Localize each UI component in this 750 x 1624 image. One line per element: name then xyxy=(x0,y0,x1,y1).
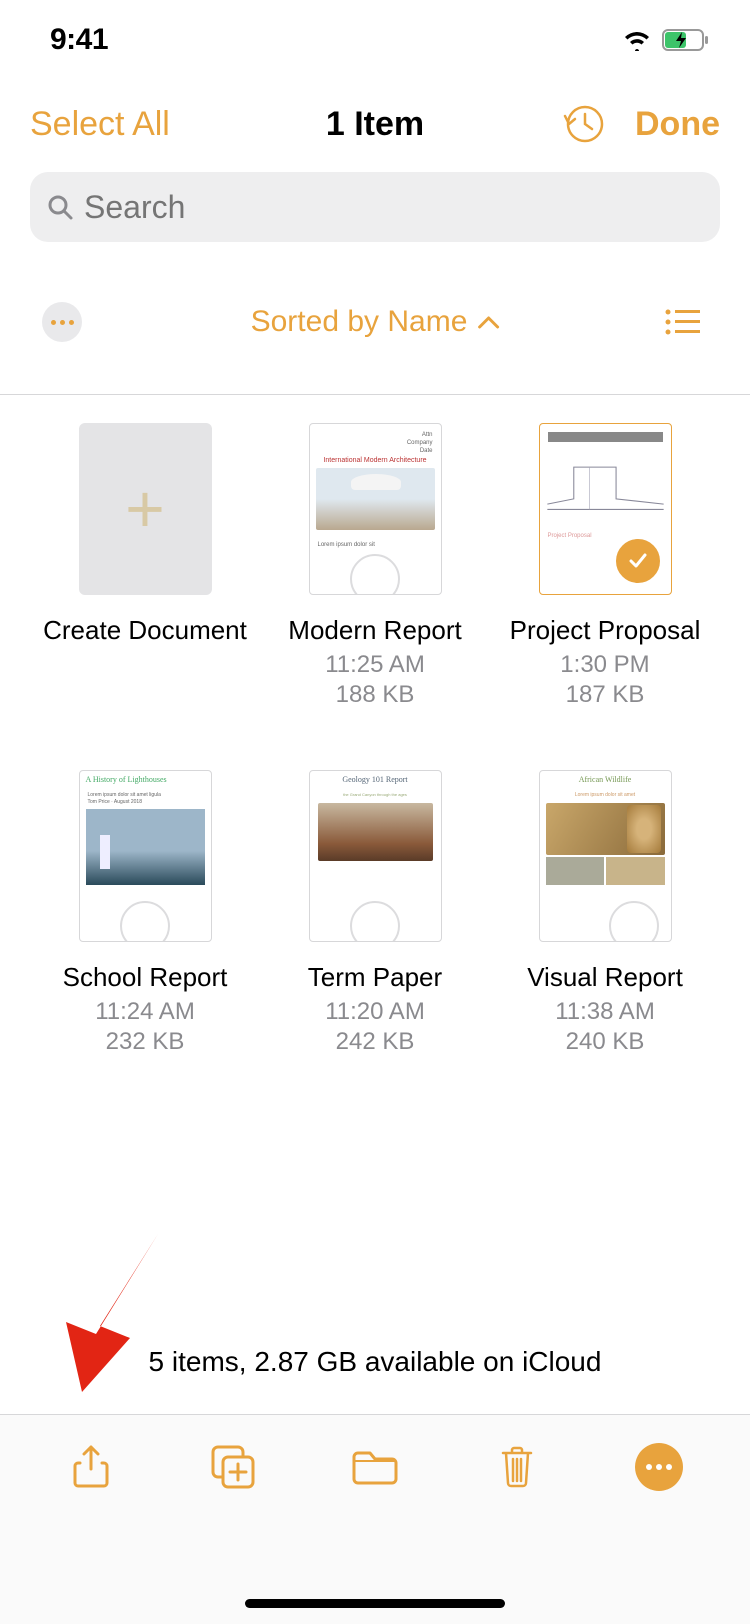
sort-row: Sorted by Name xyxy=(0,292,750,352)
bottom-toolbar xyxy=(0,1414,750,1624)
chevron-up-icon xyxy=(477,315,499,329)
sort-label-text: Sorted by Name xyxy=(251,305,468,339)
item-title: Project Proposal xyxy=(510,615,701,646)
item-title: Term Paper xyxy=(308,962,442,993)
folder-icon xyxy=(350,1447,400,1487)
create-document-cell[interactable]: + Create Document xyxy=(30,423,260,710)
document-thumbnail[interactable]: Geology 101 Report the Grand Canyon thro… xyxy=(309,770,442,942)
delete-button[interactable] xyxy=(467,1437,567,1497)
selection-circle[interactable] xyxy=(350,901,400,942)
share-button[interactable] xyxy=(41,1437,141,1497)
document-cell[interactable]: Geology 101 Report the Grand Canyon thro… xyxy=(260,770,490,1057)
tags-filter-button[interactable] xyxy=(42,302,82,342)
more-button[interactable] xyxy=(609,1437,709,1497)
trash-icon xyxy=(499,1445,535,1489)
duplicate-button[interactable] xyxy=(183,1437,283,1497)
select-all-button[interactable]: Select All xyxy=(30,105,170,144)
document-thumbnail[interactable]: A History of Lighthouses Lorem ipsum dol… xyxy=(79,770,212,942)
nav-bar: Select All 1 Item Done xyxy=(0,80,750,168)
more-icon xyxy=(635,1443,683,1491)
document-cell[interactable]: African Wildlife Lorem ipsum dolor sit a… xyxy=(490,770,720,1057)
item-title: Visual Report xyxy=(527,962,683,993)
sort-button[interactable]: Sorted by Name xyxy=(251,305,500,339)
document-cell[interactable]: AttnCompanyDate International Modern Arc… xyxy=(260,423,490,710)
selection-circle[interactable] xyxy=(350,554,400,595)
status-time: 9:41 xyxy=(50,23,108,57)
duplicate-icon xyxy=(210,1444,256,1490)
done-button[interactable]: Done xyxy=(635,105,720,144)
page-title: 1 Item xyxy=(326,105,424,144)
item-meta: 11:38 AM240 KB xyxy=(555,997,655,1057)
item-meta: 1:30 PM187 KB xyxy=(560,650,649,710)
home-indicator[interactable] xyxy=(245,1599,505,1608)
status-right xyxy=(622,28,710,52)
document-thumbnail[interactable]: AttnCompanyDate International Modern Arc… xyxy=(309,423,442,595)
selection-circle[interactable] xyxy=(609,901,659,942)
history-clock-icon[interactable] xyxy=(561,102,605,146)
wifi-icon xyxy=(622,29,652,51)
list-view-icon[interactable] xyxy=(664,308,700,336)
battery-charging-icon xyxy=(662,28,710,52)
item-meta: 11:25 AM188 KB xyxy=(325,650,425,710)
create-document-thumb[interactable]: + xyxy=(79,423,212,595)
document-thumbnail[interactable]: African Wildlife Lorem ipsum dolor sit a… xyxy=(539,770,672,942)
item-meta: 11:24 AM232 KB xyxy=(95,997,195,1057)
item-title: Create Document xyxy=(43,615,247,646)
document-cell[interactable]: Project Proposal Project Proposal 1:30 P… xyxy=(490,423,720,710)
share-icon xyxy=(73,1445,109,1489)
search-input[interactable] xyxy=(84,189,704,226)
document-thumbnail[interactable]: Project Proposal xyxy=(539,423,672,595)
item-title: Modern Report xyxy=(288,615,461,646)
item-meta: 11:20 AM242 KB xyxy=(325,997,425,1057)
selection-circle[interactable] xyxy=(120,901,170,942)
item-title: School Report xyxy=(63,962,228,993)
search-icon xyxy=(46,193,74,221)
status-bar: 9:41 xyxy=(0,0,750,80)
document-cell[interactable]: A History of Lighthouses Lorem ipsum dol… xyxy=(30,770,260,1057)
plus-icon: + xyxy=(125,475,165,543)
search-wrap xyxy=(0,168,750,250)
selection-checkmark-icon[interactable] xyxy=(613,536,663,586)
search-field[interactable] xyxy=(30,172,720,242)
storage-status: 5 items, 2.87 GB available on iCloud xyxy=(0,1346,750,1378)
move-button[interactable] xyxy=(325,1437,425,1497)
document-grid: + Create Document AttnCompanyDate Intern… xyxy=(0,395,750,1117)
